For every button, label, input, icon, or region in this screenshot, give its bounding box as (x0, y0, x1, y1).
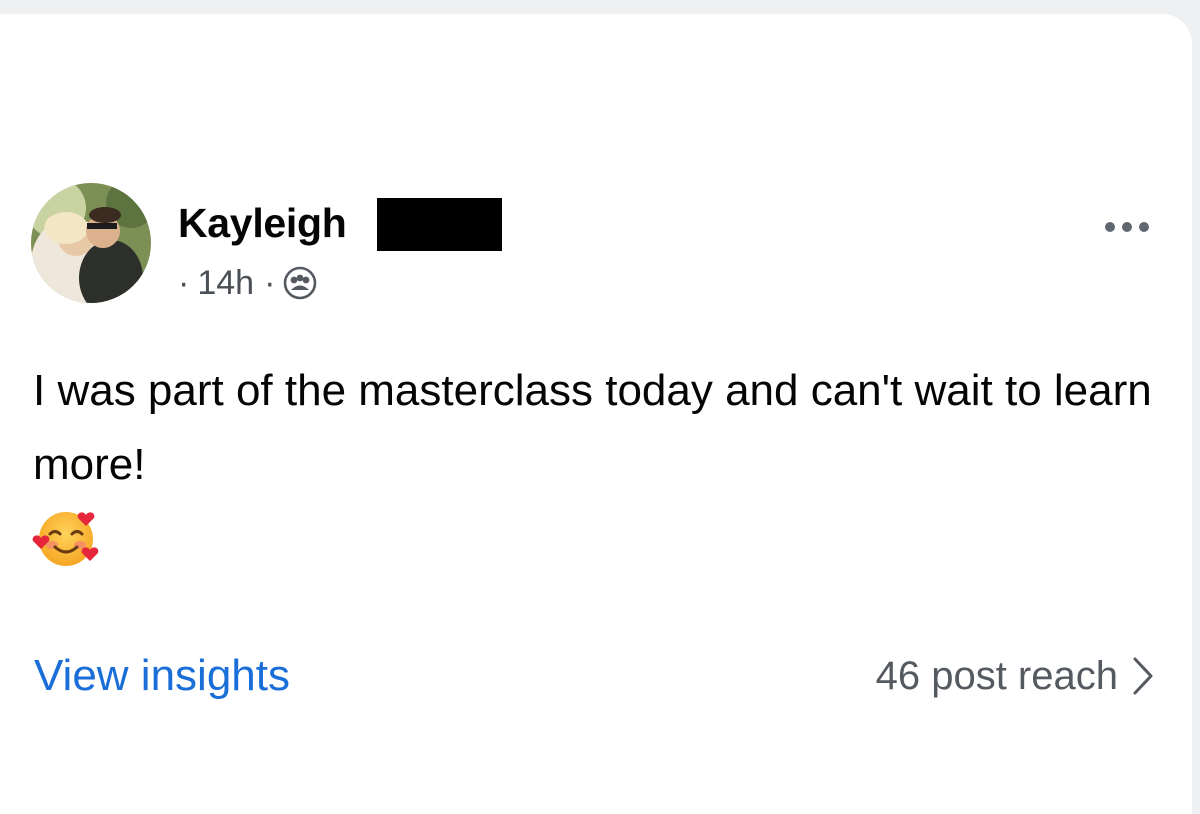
post-meta: · 14h · (178, 260, 317, 306)
meta-separator: · (264, 263, 276, 302)
friends-icon[interactable] (283, 266, 317, 300)
view-insights-link[interactable]: View insights (34, 648, 290, 704)
author-avatar[interactable] (31, 183, 151, 303)
post-text: I was part of the masterclass today and … (33, 366, 1152, 489)
chevron-right-icon (1133, 657, 1153, 695)
post-timestamp[interactable]: 14h (197, 264, 254, 303)
more-dots-icon (1105, 222, 1149, 232)
post-card: Kayleigh · 14h · I was part of the maste… (0, 14, 1192, 814)
meta-separator: · (178, 263, 190, 302)
post-reach-button[interactable]: 46 post reach (876, 648, 1154, 704)
name-redaction (377, 198, 502, 251)
more-options-button[interactable] (1094, 209, 1160, 245)
post-reach-label: 46 post reach (875, 654, 1118, 698)
smiling-face-with-hearts-icon (30, 507, 102, 571)
author-name[interactable]: Kayleigh (178, 198, 347, 248)
